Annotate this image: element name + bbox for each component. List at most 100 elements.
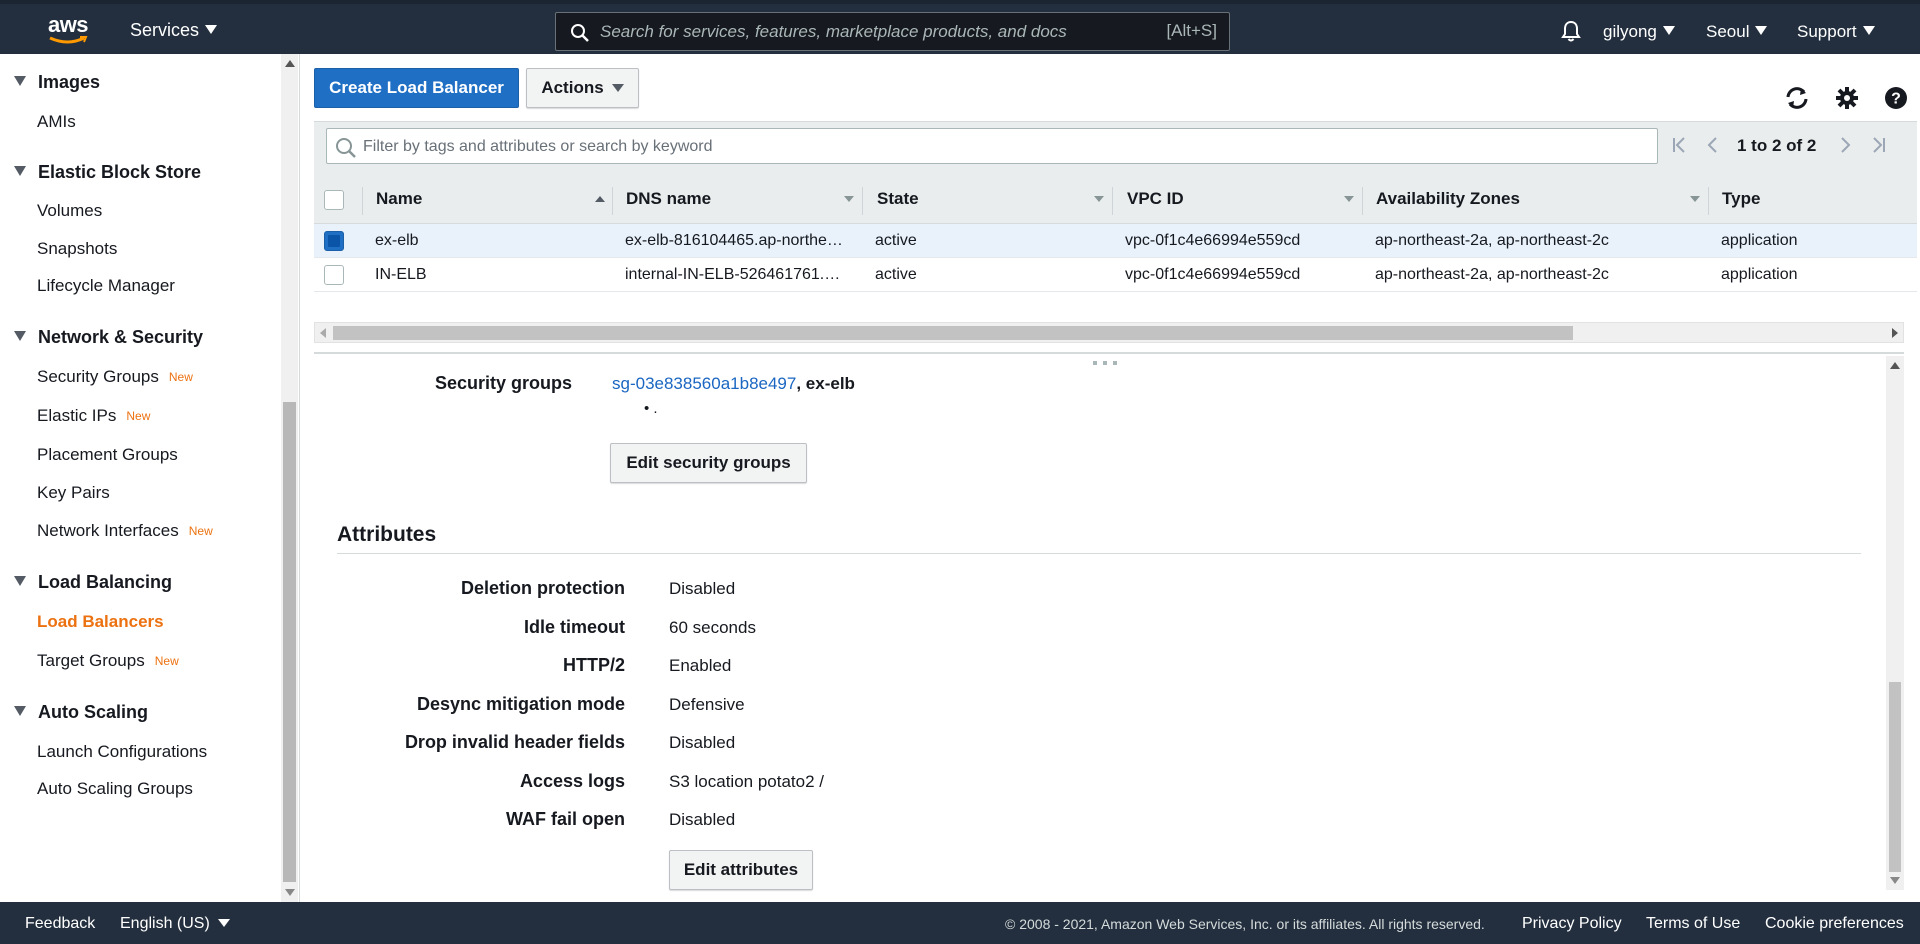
sidebar-section-network-security[interactable]: Network & Security [14, 327, 203, 348]
column-header-vpc-id[interactable]: VPC ID [1127, 189, 1184, 209]
chevron-down-icon [1862, 26, 1875, 35]
cell-vpc-id: vpc-0f1c4e66994e559cd [1125, 232, 1301, 249]
refresh-icon [1786, 87, 1808, 109]
chevron-down-icon [1755, 26, 1768, 35]
attribute-value: Defensive [669, 695, 745, 714]
new-badge: New [126, 409, 151, 423]
terms-of-use-link[interactable]: Terms of Use [1646, 915, 1740, 933]
cell-name: ex-elb [375, 232, 419, 249]
next-page-button[interactable] [1840, 136, 1852, 159]
chevron-down-icon [217, 919, 230, 927]
scroll-up-arrow-icon[interactable] [1890, 362, 1900, 369]
aws-logo-text: aws [47, 12, 89, 37]
scroll-right-arrow-icon[interactable] [1892, 328, 1898, 338]
bell-icon [1561, 20, 1581, 42]
sidebar-item-load-balancers[interactable]: Load Balancers [37, 612, 164, 632]
sidebar-section-elastic-block-store[interactable]: Elastic Block Store [14, 162, 201, 183]
table-row[interactable]: IN-ELB internal-IN-ELB-526461761.… activ… [314, 258, 1917, 292]
security-group-link[interactable]: sg-03e838560a1b8e497 [612, 374, 796, 393]
refresh-button[interactable] [1784, 86, 1810, 115]
column-header-state[interactable]: State [877, 189, 919, 209]
sidebar-item-label: Load Balancers [37, 612, 164, 631]
sidebar-section-auto-scaling[interactable]: Auto Scaling [14, 702, 148, 723]
actions-button[interactable]: Actions [526, 68, 639, 108]
sidebar-item-target-groups[interactable]: Target Groups New [37, 651, 179, 671]
footer: Feedback English (US) © 2008 - 2021, Ama… [0, 902, 1920, 944]
edit-attributes-button[interactable]: Edit attributes [669, 850, 813, 890]
last-page-button[interactable] [1870, 136, 1886, 159]
chevron-down-icon [611, 84, 624, 92]
table-row[interactable]: ex-elb ex-elb-816104465.ap-northe… activ… [314, 224, 1917, 258]
notifications-button[interactable] [1560, 20, 1582, 47]
filter-input[interactable] [363, 135, 1643, 159]
chevron-down-icon [1662, 26, 1675, 35]
sidebar-item-elastic-ips[interactable]: Elastic IPs New [37, 406, 150, 426]
sidebar-item-lifecycle-manager[interactable]: Lifecycle Manager [37, 276, 175, 296]
filter-search[interactable] [326, 128, 1658, 164]
privacy-policy-link[interactable]: Privacy Policy [1522, 915, 1622, 933]
attribute-label: WAF fail open [506, 809, 625, 829]
cell-dns-name: internal-IN-ELB-526461761.… [625, 266, 841, 283]
row-checkbox[interactable] [324, 265, 344, 285]
column-header-dns-name[interactable]: DNS name [626, 189, 711, 209]
section-title: Elastic Block Store [38, 162, 202, 182]
column-header-type[interactable]: Type [1722, 189, 1760, 209]
edit-security-groups-button[interactable]: Edit security groups [610, 443, 807, 483]
sort-icon[interactable] [1690, 196, 1700, 202]
settings-button[interactable] [1835, 86, 1859, 115]
scroll-down-arrow-icon[interactable] [1890, 877, 1900, 884]
global-search[interactable]: [Alt+S] [555, 12, 1230, 51]
caret-down-icon [14, 576, 26, 586]
row-checkbox[interactable] [324, 231, 344, 251]
scrollbar-thumb[interactable] [333, 326, 1573, 340]
cell-availability-zones: ap-northeast-2a, ap-northeast-2c [1375, 232, 1609, 249]
sidebar-section-load-balancing[interactable]: Load Balancing [14, 572, 172, 593]
feedback-link[interactable]: Feedback [25, 915, 95, 933]
scrollbar-thumb[interactable] [283, 402, 296, 882]
column-divider [862, 187, 863, 215]
sidebar-item-amis[interactable]: AMIs [37, 112, 76, 132]
column-header-name[interactable]: Name [376, 189, 422, 209]
cookie-preferences-link[interactable]: Cookie preferences [1765, 915, 1904, 933]
services-menu[interactable]: Services [130, 20, 218, 41]
sidebar-section-images[interactable]: Images [14, 72, 100, 93]
search-icon [571, 24, 589, 42]
first-page-button[interactable] [1672, 136, 1688, 159]
sort-ascending-icon[interactable] [595, 196, 605, 202]
sidebar-scrollbar[interactable] [281, 54, 298, 902]
security-group-value: sg-03e838560a1b8e497, ex-elb [612, 374, 855, 394]
details-scrollbar[interactable] [1886, 356, 1904, 890]
sidebar-item-volumes[interactable]: Volumes [37, 201, 102, 221]
region-menu[interactable]: Seoul [1706, 22, 1768, 42]
sidebar-item-security-groups[interactable]: Security Groups New [37, 367, 193, 387]
sort-icon[interactable] [1094, 196, 1104, 202]
attribute-label: Access logs [519, 771, 625, 791]
attribute-value: S3 location potato2 / [669, 772, 825, 791]
sidebar-item-network-interfaces[interactable]: Network Interfaces New [37, 521, 213, 541]
sort-icon[interactable] [844, 196, 854, 202]
sidebar-item-snapshots[interactable]: Snapshots [37, 239, 117, 259]
scroll-left-arrow-icon[interactable] [320, 328, 326, 338]
support-menu[interactable]: Support [1797, 22, 1875, 42]
scroll-down-arrow-icon[interactable] [285, 889, 295, 896]
select-all-checkbox[interactable] [324, 190, 344, 210]
sidebar-item-placement-groups[interactable]: Placement Groups [37, 445, 178, 465]
scroll-up-arrow-icon[interactable] [285, 60, 295, 67]
user-menu[interactable]: gilyong [1603, 22, 1675, 42]
table-horizontal-scrollbar[interactable] [314, 322, 1904, 343]
sort-icon[interactable] [1344, 196, 1354, 202]
create-load-balancer-button[interactable]: Create Load Balancer [314, 68, 519, 108]
help-button[interactable]: ? [1884, 86, 1908, 115]
column-header-availability-zones[interactable]: Availability Zones [1376, 189, 1520, 209]
sidebar-item-launch-configurations[interactable]: Launch Configurations [37, 742, 207, 762]
aws-logo[interactable]: aws [44, 12, 92, 48]
attributes-divider [337, 553, 1861, 554]
attribute-value: Disabled [669, 810, 736, 829]
previous-page-button[interactable] [1706, 136, 1718, 159]
sidebar-item-key-pairs[interactable]: Key Pairs [37, 483, 110, 503]
resize-grip-icon[interactable] [1093, 350, 1129, 365]
scrollbar-thumb[interactable] [1889, 682, 1901, 872]
language-selector[interactable]: English (US) [120, 915, 230, 933]
search-input[interactable] [600, 19, 1100, 45]
sidebar-item-auto-scaling-groups[interactable]: Auto Scaling Groups [37, 779, 193, 799]
